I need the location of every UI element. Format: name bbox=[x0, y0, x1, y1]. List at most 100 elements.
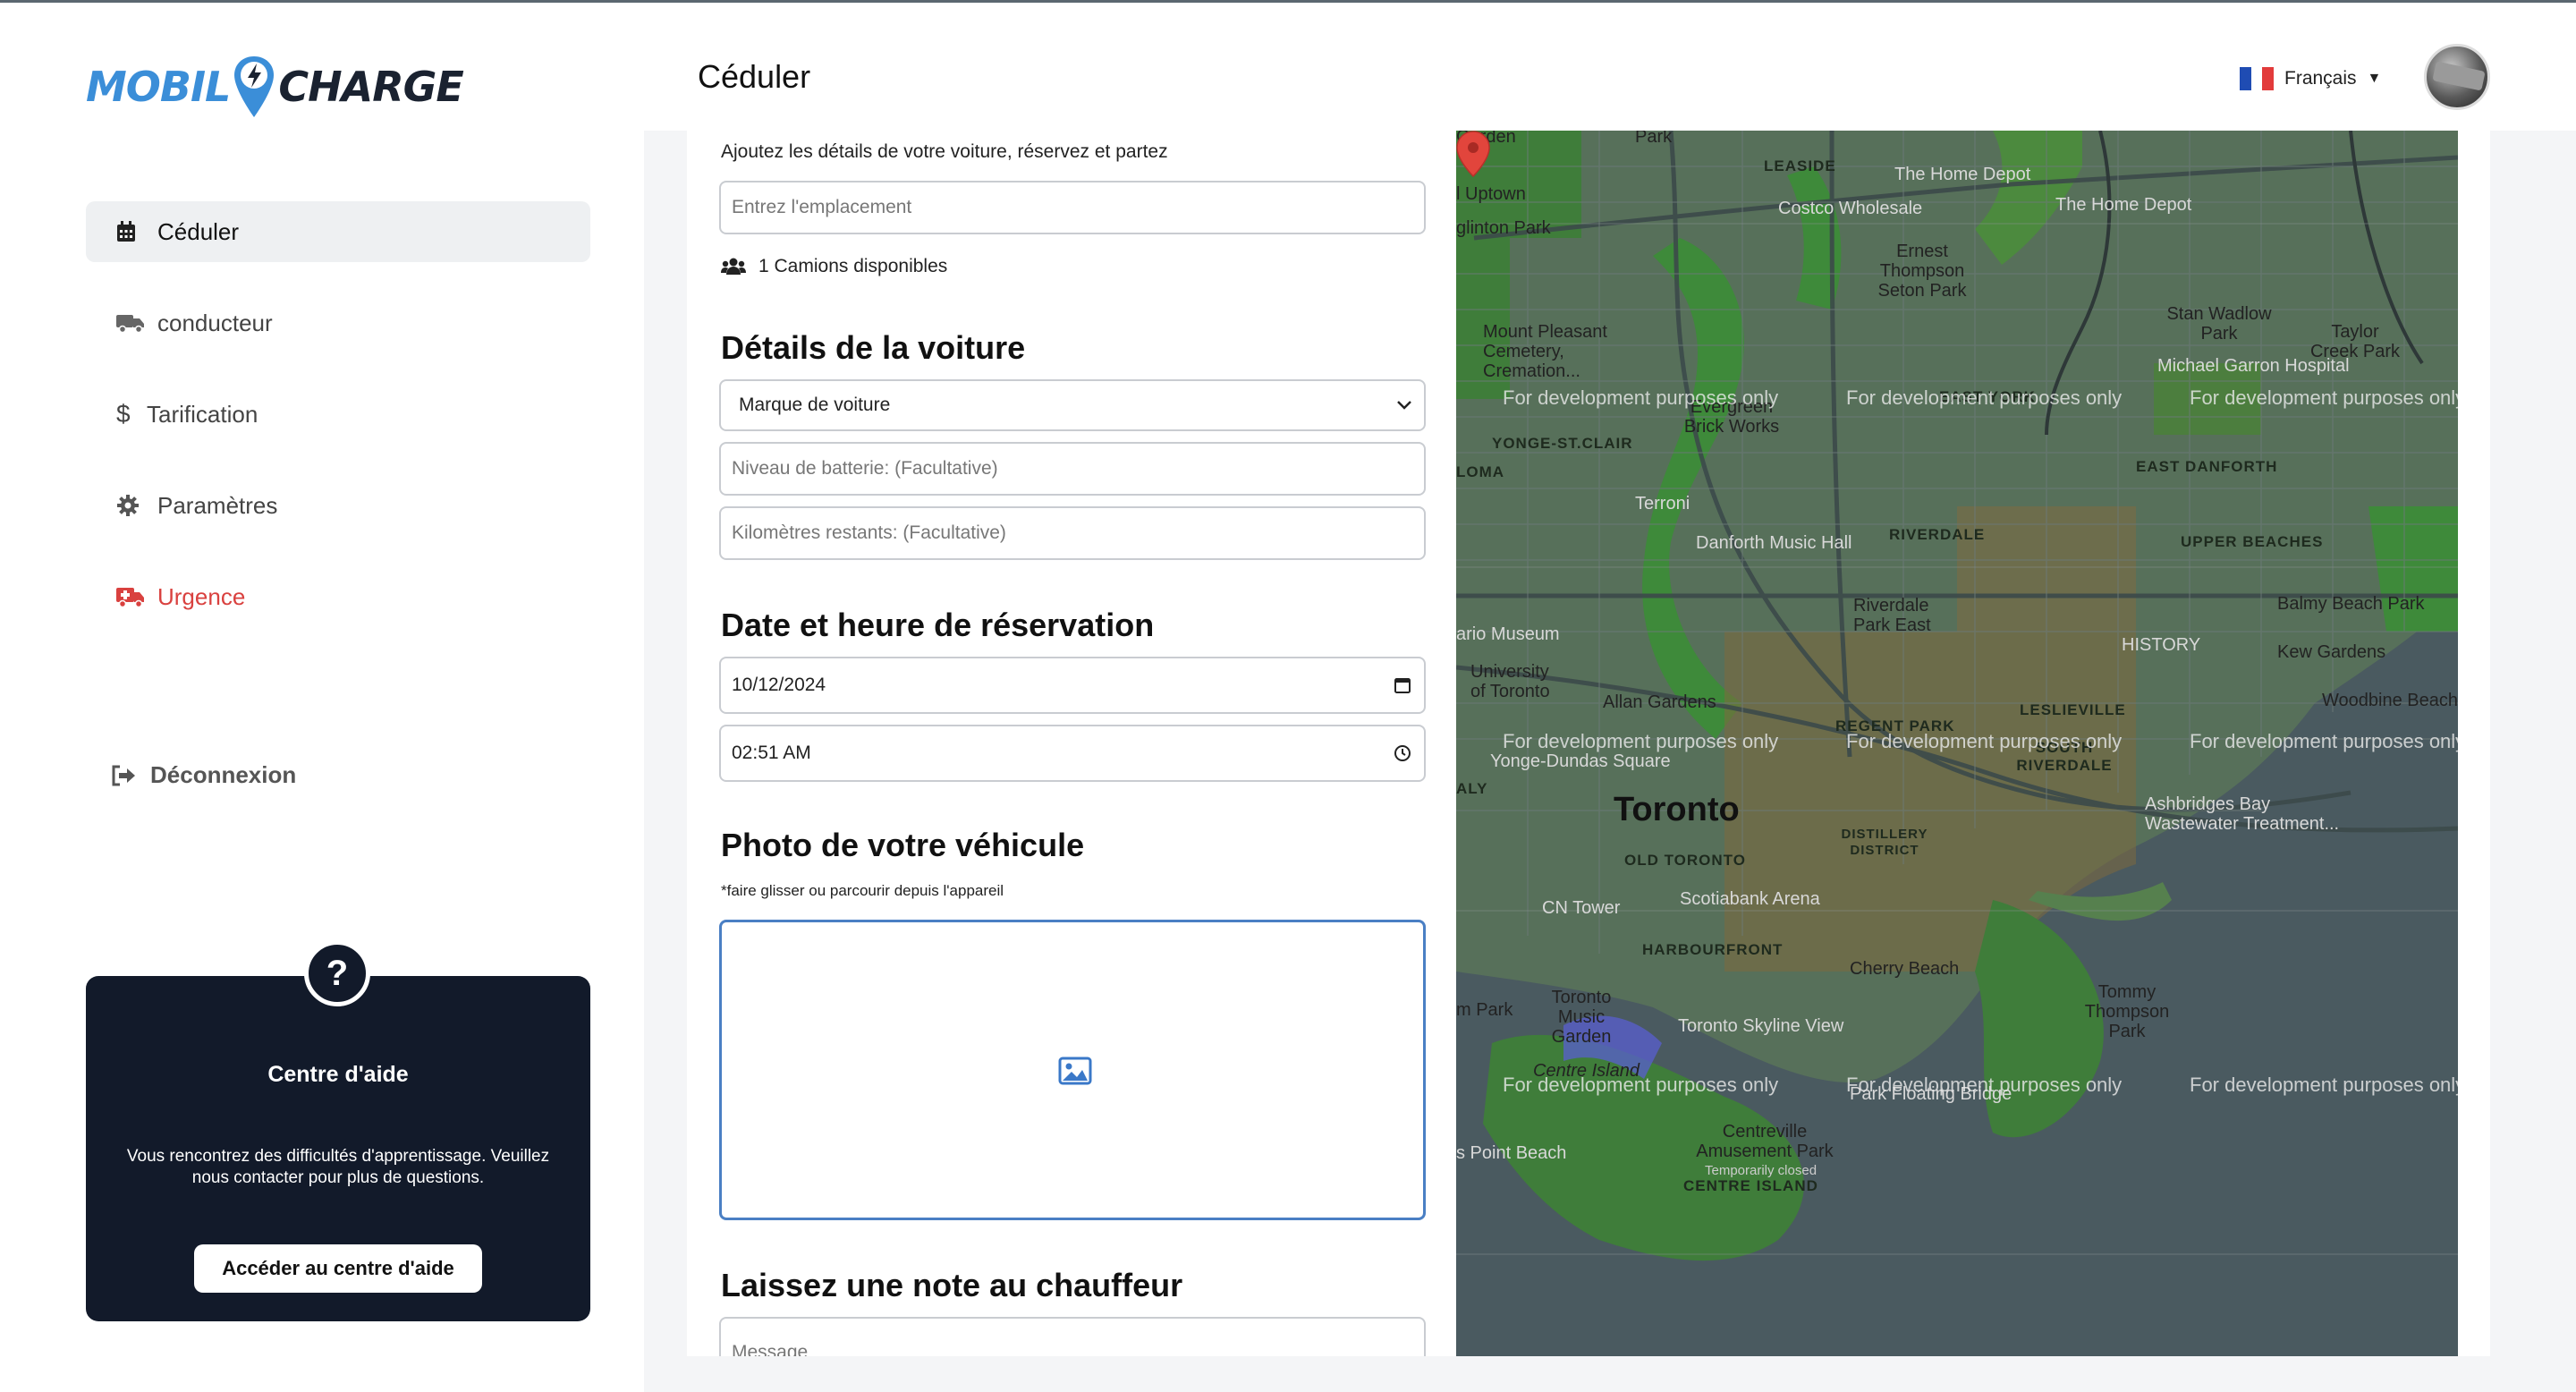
map-label-kew-gardens: Kew Gardens bbox=[2277, 642, 2386, 662]
question-icon: ? bbox=[304, 940, 370, 1006]
dollar-icon: $ bbox=[116, 400, 131, 428]
gear-icon bbox=[116, 494, 148, 517]
logout-button[interactable]: Déconnexion bbox=[111, 761, 296, 789]
location-pin-icon[interactable] bbox=[1456, 131, 1490, 177]
photo-hint: *faire glisser ou parcourir depuis l'app… bbox=[721, 882, 1004, 899]
sidebar-nav: Céduler conducteur $ Tarification Paramè… bbox=[86, 201, 590, 658]
map-label-tommy-thompson: Tommy Thompson Park bbox=[2084, 982, 2170, 1041]
map-label-skyline: Toronto Skyline View bbox=[1678, 1016, 1844, 1036]
logo-text-left: MOBIL bbox=[86, 63, 231, 111]
driver-note-heading: Laissez une note au chauffeur bbox=[721, 1267, 1183, 1303]
booking-datetime-heading: Date et heure de réservation bbox=[721, 607, 1155, 643]
map-label-harbourfront: HARBOURFRONT bbox=[1642, 941, 1784, 958]
map-label-yonge-dundas: Yonge-Dundas Square bbox=[1490, 751, 1671, 771]
calendar-icon bbox=[116, 221, 148, 242]
chevron-down-icon bbox=[1397, 401, 1411, 410]
booking-time-input[interactable]: 02:51 AM bbox=[719, 725, 1426, 782]
image-icon bbox=[1058, 1057, 1092, 1090]
help-center-button[interactable]: Accéder au centre d'aide bbox=[194, 1244, 482, 1293]
map-label-upper-beaches: UPPER BEACHES bbox=[2181, 533, 2324, 550]
sidebar-item-label: conducteur bbox=[157, 309, 273, 336]
dev-watermark: For development purposes only bbox=[1503, 730, 1779, 752]
vehicle-photo-heading: Photo de votre véhicule bbox=[721, 827, 1085, 863]
map-label-distillery: DISTILLERY DISTRICT bbox=[1841, 827, 1928, 858]
map-label-aly: ALY bbox=[1456, 780, 1488, 797]
trucks-available: 1 Camions disponibles bbox=[721, 256, 947, 277]
sidebar: MOBIL CHARGE Céduler conducteur $ Tarifi… bbox=[0, 3, 644, 1392]
map-label-leaside: LEASIDE bbox=[1764, 157, 1836, 174]
map-label-ernest: Ernest Thompson Seton Park bbox=[1877, 242, 1967, 301]
map-label-rom: ario Museum bbox=[1456, 624, 1560, 644]
language-label: Français bbox=[2284, 68, 2357, 89]
location-input[interactable]: Entrez l'emplacement bbox=[719, 181, 1426, 234]
map-label-cherry-beach: Cherry Beach bbox=[1850, 959, 1960, 979]
dev-watermark: For development purposes only bbox=[1846, 730, 2123, 752]
battery-level-input[interactable]: Niveau de batterie: (Facultative) bbox=[719, 442, 1426, 496]
calendar-picker-icon[interactable] bbox=[1394, 676, 1411, 694]
map-label-loma: LOMA bbox=[1456, 463, 1505, 480]
map-label-park: Park bbox=[1635, 131, 1673, 147]
map-label-leslieville: LESLIEVILLE bbox=[2020, 701, 2126, 718]
ambulance-icon bbox=[116, 586, 148, 607]
booking-form: Ajoutez les détails de votre voiture, ré… bbox=[719, 131, 1428, 1356]
map-label-temp-closed: Temporarily closed bbox=[1705, 1163, 1818, 1178]
booking-date-input[interactable]: 10/12/2024 bbox=[719, 657, 1426, 714]
dev-watermark: For development purposes only bbox=[1846, 386, 2123, 409]
sidebar-item-pricing[interactable]: $ Tarification bbox=[86, 384, 590, 445]
remaining-km-input[interactable]: Kilomètres restants: (Facultative) bbox=[719, 506, 1426, 560]
map-label-terroni: Terroni bbox=[1635, 494, 1690, 514]
dev-watermark: For development purposes only bbox=[2190, 1074, 2458, 1096]
dev-watermark: For development purposes only bbox=[1503, 1074, 1779, 1096]
map-label-mount-pleasant: Mount Pleasant Cemetery, Cremation... bbox=[1483, 322, 1607, 381]
top-header: Céduler Français ▼ bbox=[644, 3, 2576, 131]
map-label-point-beach: s Point Beach bbox=[1456, 1143, 1567, 1163]
map-label-stan-wadlow: Stan Wadlow Park bbox=[2166, 304, 2272, 344]
sidebar-item-label: Céduler bbox=[157, 217, 240, 245]
users-icon bbox=[721, 257, 746, 276]
time-value: 02:51 AM bbox=[732, 743, 811, 763]
map-label-riverdale: RIVERDALE bbox=[1889, 526, 1986, 543]
logout-icon bbox=[111, 765, 136, 786]
car-brand-value: Marque de voiture bbox=[739, 395, 891, 415]
language-selector[interactable]: Français ▼ bbox=[2240, 67, 2381, 90]
sidebar-item-label: Urgence bbox=[157, 582, 246, 610]
logo-text-right: CHARGE bbox=[278, 63, 463, 111]
dev-watermark: For development purposes only bbox=[2190, 386, 2458, 409]
help-text: Vous rencontrez des difficultés d'appren… bbox=[126, 1147, 550, 1187]
map-label-eglinton: glinton Park bbox=[1456, 218, 1551, 238]
car-brand-select[interactable]: Marque de voiture bbox=[719, 379, 1426, 431]
map-label-woodbine: Woodbine Beach bbox=[2322, 691, 2458, 710]
form-subtitle: Ajoutez les détails de votre voiture, ré… bbox=[721, 141, 1168, 162]
clock-icon[interactable] bbox=[1394, 744, 1411, 762]
map-label-east-danforth: EAST DANFORTH bbox=[2136, 458, 2278, 475]
sidebar-item-driver[interactable]: conducteur bbox=[86, 293, 590, 353]
car-details-heading: Détails de la voiture bbox=[721, 329, 1026, 366]
map-label-cn-tower: CN Tower bbox=[1542, 898, 1621, 918]
sidebar-item-schedule[interactable]: Céduler bbox=[86, 201, 590, 262]
map-view[interactable]: Garden Park LEASIDE The Home Depot The H… bbox=[1456, 131, 2458, 1356]
page-title: Céduler bbox=[698, 58, 811, 95]
map-label-danforth-music: Danforth Music Hall bbox=[1696, 533, 1852, 553]
map-label-scotiabank: Scotiabank Arena bbox=[1680, 889, 1820, 909]
schedule-card: Ajoutez les détails de votre voiture, ré… bbox=[687, 131, 2490, 1356]
sidebar-item-emergency[interactable]: Urgence bbox=[86, 566, 590, 627]
map-label-music-garden: Toronto Music Garden bbox=[1551, 988, 1612, 1047]
dev-watermark: For development purposes only bbox=[2190, 730, 2458, 752]
map-city-label: Toronto bbox=[1614, 791, 1740, 828]
dev-watermark: For development purposes only bbox=[1503, 386, 1779, 409]
map-label-costco: Costco Wholesale bbox=[1778, 199, 1923, 218]
user-avatar[interactable] bbox=[2424, 44, 2490, 110]
france-flag-icon bbox=[2240, 67, 2275, 90]
truck-icon bbox=[116, 313, 148, 333]
map-label-centre-island-caps: CENTRE ISLAND bbox=[1683, 1177, 1818, 1194]
message-textarea[interactable]: Message bbox=[719, 1317, 1426, 1356]
logout-label: Déconnexion bbox=[150, 761, 297, 788]
map-label-ashbridges: Ashbridges Bay Wastewater Treatment... bbox=[2145, 794, 2340, 834]
map-label-uoft: University of Toronto bbox=[1470, 662, 1550, 701]
app-logo[interactable]: MOBIL CHARGE bbox=[86, 55, 464, 119]
photo-dropzone[interactable] bbox=[719, 920, 1426, 1220]
sidebar-item-settings[interactable]: Paramètres bbox=[86, 475, 590, 536]
sidebar-item-label: Tarification bbox=[147, 400, 258, 428]
caret-down-icon: ▼ bbox=[2367, 71, 2382, 86]
map-label-old-toronto: OLD TORONTO bbox=[1624, 852, 1746, 869]
